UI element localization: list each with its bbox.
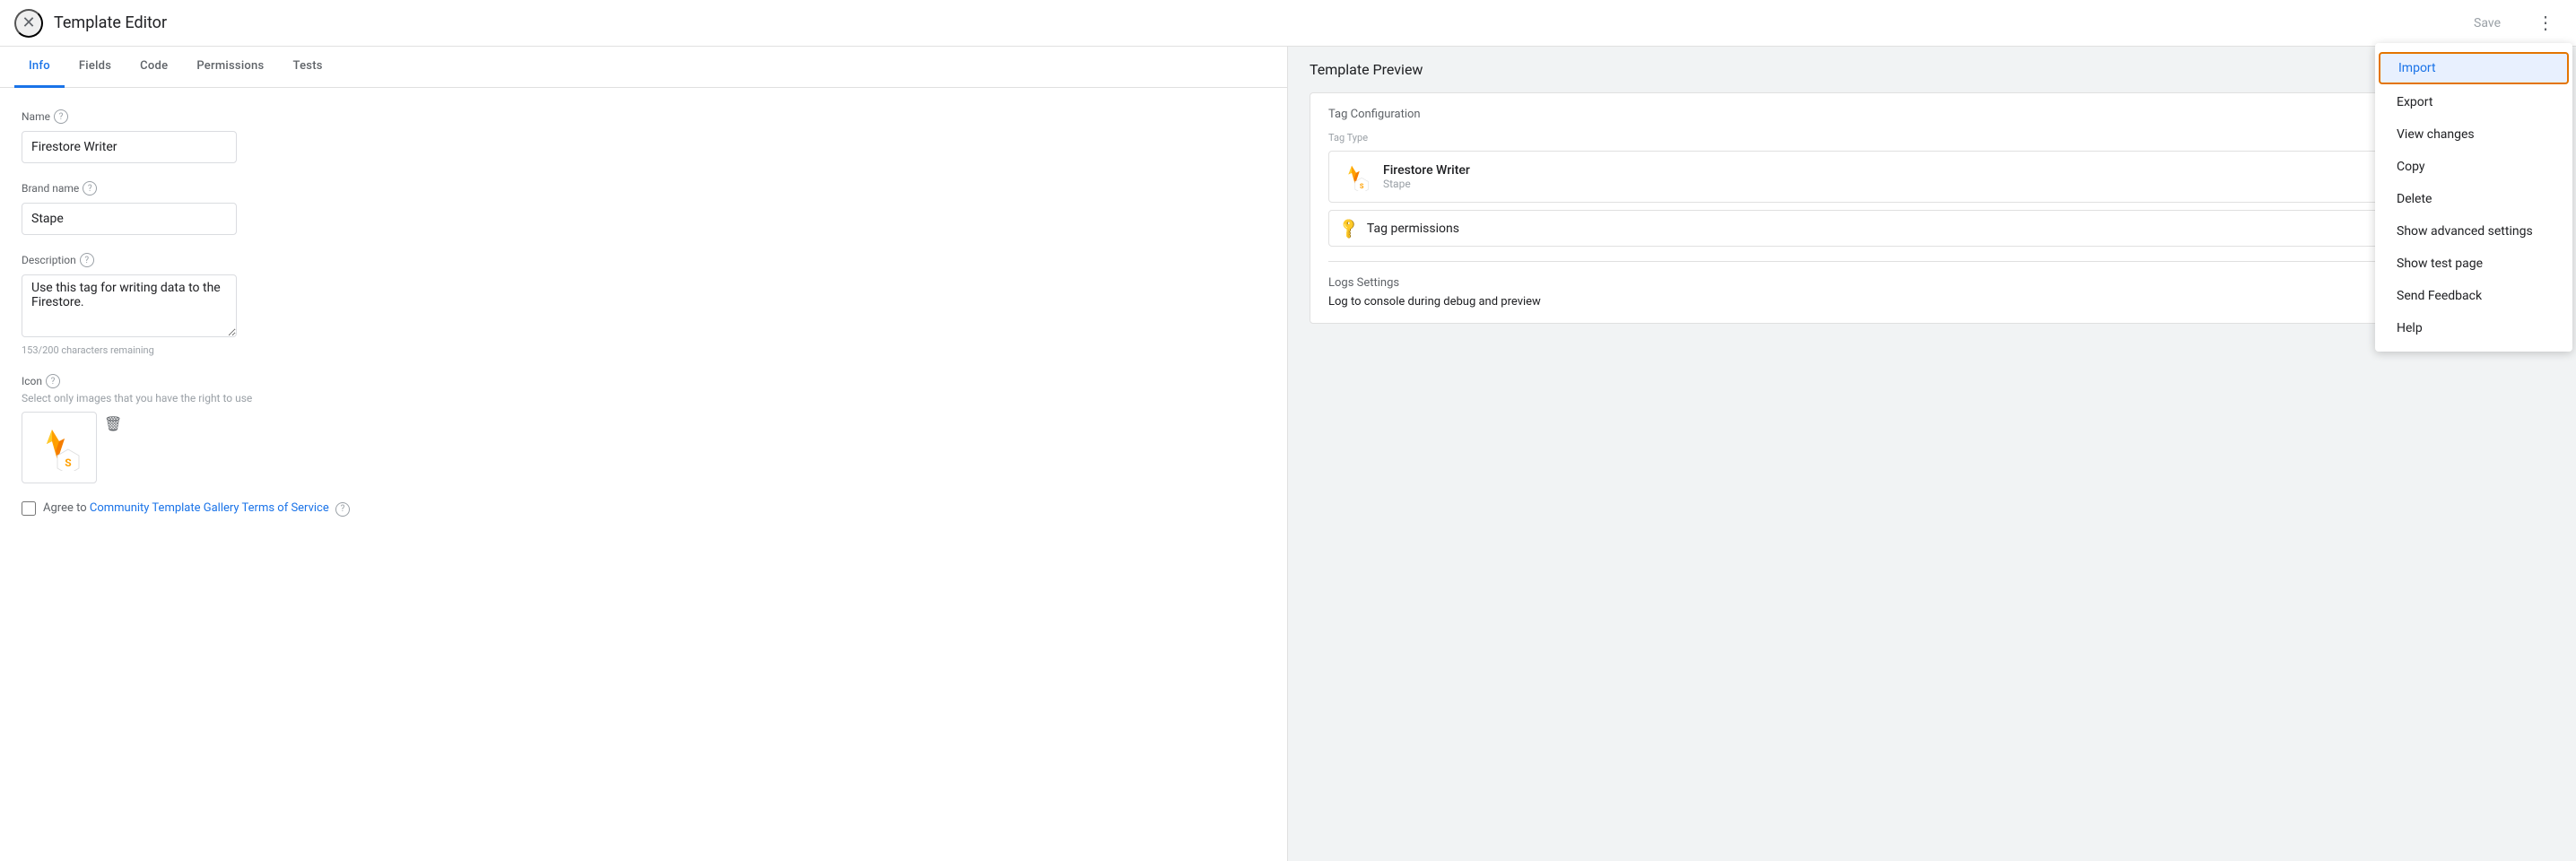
top-bar-left: ✕ Template Editor — [14, 9, 167, 38]
icon-label: Icon ? — [22, 374, 1266, 388]
main-layout: Info Fields Code Permissions Tests Name … — [0, 47, 2576, 861]
dropdown-menu: Import Export View changes Copy Delete S… — [2375, 43, 2572, 352]
key-icon: 🔑 — [1336, 216, 1362, 241]
tabs: Info Fields Code Permissions Tests — [0, 47, 1287, 88]
top-bar: ✕ Template Editor Save ⋮ — [0, 0, 2576, 47]
permissions-row[interactable]: 🔑 Tag permissions — [1328, 210, 2536, 247]
permissions-text: Tag permissions — [1367, 222, 1459, 236]
char-count: 153/200 characters remaining — [22, 344, 1266, 356]
more-options-button[interactable]: ⋮ — [2529, 7, 2562, 39]
name-group: Name ? — [22, 109, 1266, 163]
icon-help-icon[interactable]: ? — [46, 374, 60, 388]
save-button[interactable]: Save — [2452, 11, 2522, 36]
tag-type-row[interactable]: S Firestore Writer Stape — [1328, 151, 2536, 203]
dropdown-send-feedback[interactable]: Send Feedback — [2375, 280, 2572, 312]
tag-config-title: Tag Configuration — [1328, 108, 2536, 121]
terms-checkbox[interactable] — [22, 501, 36, 516]
firestore-icon: S — [36, 424, 83, 471]
svg-text:S: S — [65, 457, 71, 469]
tag-type-label: Tag Type — [1328, 132, 2536, 144]
dropdown-advanced-settings[interactable]: Show advanced settings — [2375, 215, 2572, 248]
name-label: Name ? — [22, 109, 1266, 124]
icon-preview: S — [22, 413, 96, 483]
dropdown-view-changes[interactable]: View changes — [2375, 118, 2572, 151]
logs-title: Logs Settings — [1328, 276, 2536, 290]
checkbox-label: Agree to Community Template Gallery Term… — [43, 501, 350, 517]
tag-name: Firestore Writer — [1383, 163, 1470, 178]
tab-permissions[interactable]: Permissions — [182, 47, 278, 88]
brand-label: Brand name ? — [22, 181, 1266, 196]
tag-config-section: Tag Configuration Tag Type S — [1310, 93, 2554, 261]
dropdown-copy[interactable]: Copy — [2375, 151, 2572, 183]
logs-section: Logs Settings Log to console during debu… — [1310, 262, 2554, 323]
tab-info[interactable]: Info — [14, 47, 65, 88]
top-bar-actions: Save ⋮ — [2452, 7, 2562, 39]
icon-group: Icon ? Select only images that you have … — [22, 374, 1266, 483]
svg-text:S: S — [1360, 182, 1364, 190]
tag-type-info: Firestore Writer Stape — [1383, 163, 1470, 190]
tag-firestore-icon: S — [1342, 162, 1371, 191]
form-area: Name ? Brand name ? Description ? U — [0, 88, 1287, 861]
terms-help-icon[interactable]: ? — [335, 502, 350, 517]
dropdown-import[interactable]: Import — [2379, 52, 2569, 84]
brand-group: Brand name ? — [22, 181, 1266, 235]
checkbox-row: Agree to Community Template Gallery Term… — [22, 501, 1266, 517]
name-help-icon[interactable]: ? — [54, 109, 68, 124]
tab-code[interactable]: Code — [126, 47, 182, 88]
tab-fields[interactable]: Fields — [65, 47, 126, 88]
page-title: Template Editor — [54, 13, 167, 32]
tag-brand: Stape — [1383, 178, 1470, 190]
dropdown-help[interactable]: Help — [2375, 312, 2572, 344]
close-button[interactable]: ✕ — [14, 9, 43, 38]
terms-link[interactable]: Community Template Gallery Terms of Serv… — [90, 501, 329, 515]
tab-tests[interactable]: Tests — [279, 47, 337, 88]
description-help-icon[interactable]: ? — [80, 253, 94, 267]
icon-preview-box[interactable]: S — [22, 412, 97, 483]
name-input[interactable] — [22, 131, 237, 163]
tag-type-icon: S — [1340, 161, 1372, 193]
description-label: Description ? — [22, 253, 1266, 267]
dropdown-delete[interactable]: Delete — [2375, 183, 2572, 215]
delete-icon-button[interactable]: 🗑 — [104, 415, 122, 432]
brand-help-icon[interactable]: ? — [83, 181, 97, 196]
left-panel: Info Fields Code Permissions Tests Name … — [0, 47, 1288, 861]
description-group: Description ? Use this tag for writing d… — [22, 253, 1266, 356]
preview-content: Tag Configuration Tag Type S — [1310, 92, 2554, 324]
brand-input[interactable] — [22, 203, 237, 235]
description-textarea[interactable]: Use this tag for writing data to the Fir… — [22, 274, 237, 337]
icon-instruction: Select only images that you have the rig… — [22, 392, 1266, 404]
dropdown-export[interactable]: Export — [2375, 86, 2572, 118]
logs-value: Log to console during debug and preview — [1328, 295, 2536, 309]
dropdown-test-page[interactable]: Show test page — [2375, 248, 2572, 280]
icon-area: S 🗑 — [22, 412, 1266, 483]
